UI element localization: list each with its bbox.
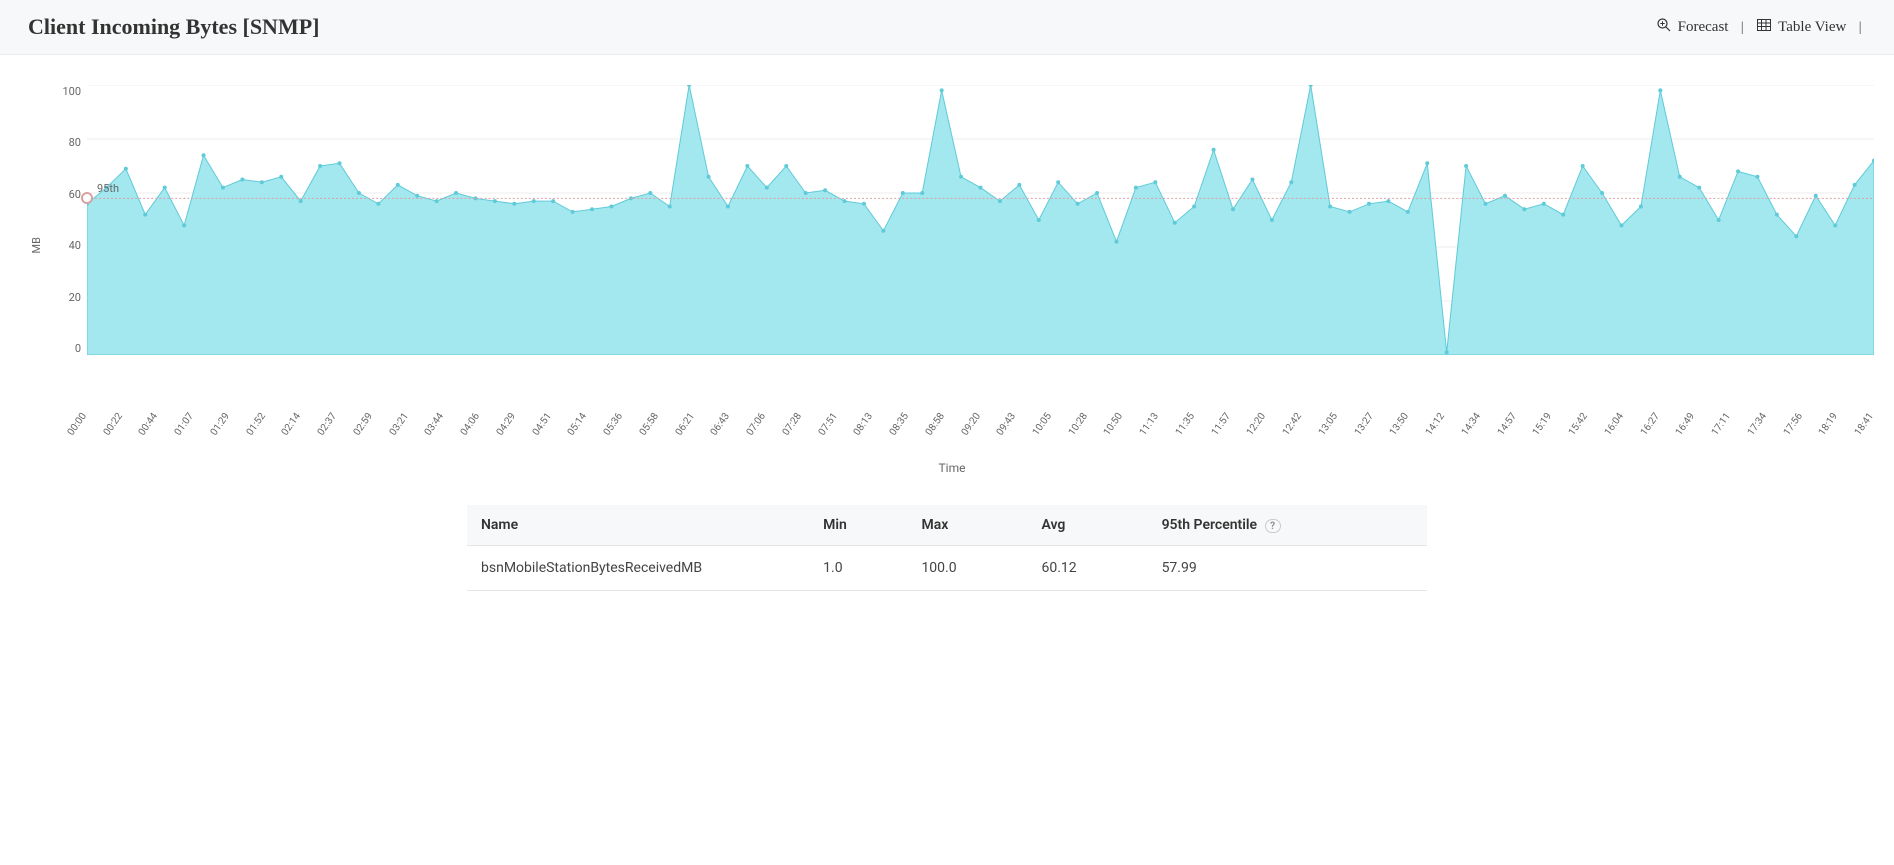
x-tick: 04:06	[459, 411, 482, 438]
x-tick: 14:34	[1460, 411, 1483, 438]
x-tick: 02:37	[316, 411, 339, 438]
x-tick: 14:57	[1495, 411, 1518, 438]
help-icon[interactable]: ?	[1265, 519, 1281, 533]
x-tick: 04:51	[530, 411, 553, 438]
x-tick: 07:06	[745, 411, 768, 438]
x-tick: 08:58	[923, 411, 946, 438]
page-title: Client Incoming Bytes [SNMP]	[28, 14, 319, 40]
table-icon	[1756, 17, 1772, 38]
x-tick: 11:35	[1174, 411, 1197, 438]
col-name: Name	[467, 505, 809, 546]
col-avg: Avg	[1028, 505, 1148, 546]
x-tick: 18:41	[1853, 411, 1876, 438]
x-tick: 05:36	[602, 411, 625, 438]
x-tick: 17:56	[1781, 411, 1804, 438]
x-tick: 08:35	[888, 411, 911, 438]
cell-p95: 57.99	[1148, 546, 1427, 591]
x-tick: 00:00	[66, 411, 89, 438]
col-p95: 95th Percentile ?	[1148, 505, 1427, 546]
y-tick: 0	[75, 342, 81, 355]
col-p95-label: 95th Percentile	[1162, 517, 1258, 533]
x-tick: 00:44	[137, 411, 160, 438]
x-tick: 14:12	[1424, 411, 1447, 438]
x-tick: 07:28	[781, 411, 804, 438]
x-tick: 10:28	[1066, 411, 1089, 438]
x-tick: 17:11	[1710, 411, 1733, 438]
x-tick: 09:20	[959, 411, 982, 438]
x-tick: 16:04	[1603, 411, 1626, 438]
x-tick: 16:49	[1674, 411, 1697, 438]
cell-name: bsnMobileStationBytesReceivedMB	[467, 546, 809, 591]
x-tick: 16:27	[1638, 411, 1661, 438]
x-tick: 11:57	[1209, 411, 1232, 438]
y-tick: 80	[69, 136, 81, 149]
x-tick: 01:29	[209, 411, 232, 438]
x-axis-label: Time	[30, 461, 1874, 475]
x-tick: 07:51	[816, 411, 839, 438]
x-tick: 12:20	[1245, 411, 1268, 438]
x-tick: 11:13	[1138, 411, 1161, 438]
x-tick: 08:13	[852, 411, 875, 438]
x-tick: 05:58	[638, 411, 661, 438]
x-tick: 02:14	[280, 411, 303, 438]
forecast-label: Forecast	[1678, 19, 1729, 36]
x-tick: 01:07	[173, 411, 196, 438]
percentile-label: 95th	[97, 182, 119, 195]
x-tick: 06:43	[709, 411, 732, 438]
y-tick: 60	[69, 188, 81, 201]
x-tick: 03:21	[387, 411, 410, 438]
y-tick: 20	[69, 291, 81, 304]
chart-area: MB 100 80 60 40 20 0 95th	[30, 85, 1874, 405]
x-tick: 13:50	[1388, 411, 1411, 438]
header-actions: Forecast | Table View |	[1656, 17, 1866, 38]
x-tick: 03:44	[423, 411, 446, 438]
col-min: Min	[809, 505, 907, 546]
x-tick: 01:52	[244, 411, 267, 438]
panel-header: Client Incoming Bytes [SNMP] Forecast | …	[0, 0, 1894, 55]
x-tick: 13:05	[1317, 411, 1340, 438]
x-tick: 02:59	[352, 411, 375, 438]
x-tick: 04:29	[495, 411, 518, 438]
table-view-label: Table View	[1778, 19, 1846, 36]
y-axis-ticks: 100 80 60 40 20 0	[47, 85, 87, 355]
chart-container: MB 100 80 60 40 20 0 95th 00:00 00:22 00:44 01:0…	[0, 55, 1894, 485]
x-tick: 13:27	[1352, 411, 1375, 438]
y-tick: 40	[69, 239, 81, 252]
x-tick: 10:50	[1102, 411, 1125, 438]
x-tick: 17:34	[1745, 411, 1768, 438]
zoom-forecast-icon	[1656, 17, 1672, 38]
separator: |	[1736, 18, 1748, 36]
chart-plot[interactable]: 95th	[87, 85, 1874, 355]
y-tick: 100	[62, 85, 81, 98]
cell-max: 100.0	[907, 546, 1027, 591]
x-tick: 18:19	[1817, 411, 1840, 438]
x-tick: 00:22	[101, 411, 124, 438]
cell-min: 1.0	[809, 546, 907, 591]
separator: |	[1854, 18, 1866, 36]
y-axis-label: MB	[30, 237, 43, 253]
x-axis-ticks: 00:0000:2200:4401:0701:2901:5202:1402:37…	[80, 405, 1874, 453]
cell-avg: 60.12	[1028, 546, 1148, 591]
x-tick: 05:14	[566, 411, 589, 438]
x-tick: 12:42	[1281, 411, 1304, 438]
x-tick: 15:42	[1567, 411, 1590, 438]
stats-header-row: Name Min Max Avg 95th Percentile ?	[467, 505, 1427, 546]
x-tick: 15:19	[1531, 411, 1554, 438]
forecast-button[interactable]: Forecast	[1656, 17, 1729, 38]
col-max: Max	[907, 505, 1027, 546]
x-tick: 09:43	[995, 411, 1018, 438]
table-row: bsnMobileStationBytesReceivedMB1.0100.06…	[467, 546, 1427, 591]
x-tick: 10:05	[1031, 411, 1054, 438]
stats-table: Name Min Max Avg 95th Percentile ? bsnMo…	[467, 505, 1427, 591]
table-view-button[interactable]: Table View	[1756, 17, 1846, 38]
x-tick: 06:21	[673, 411, 696, 438]
